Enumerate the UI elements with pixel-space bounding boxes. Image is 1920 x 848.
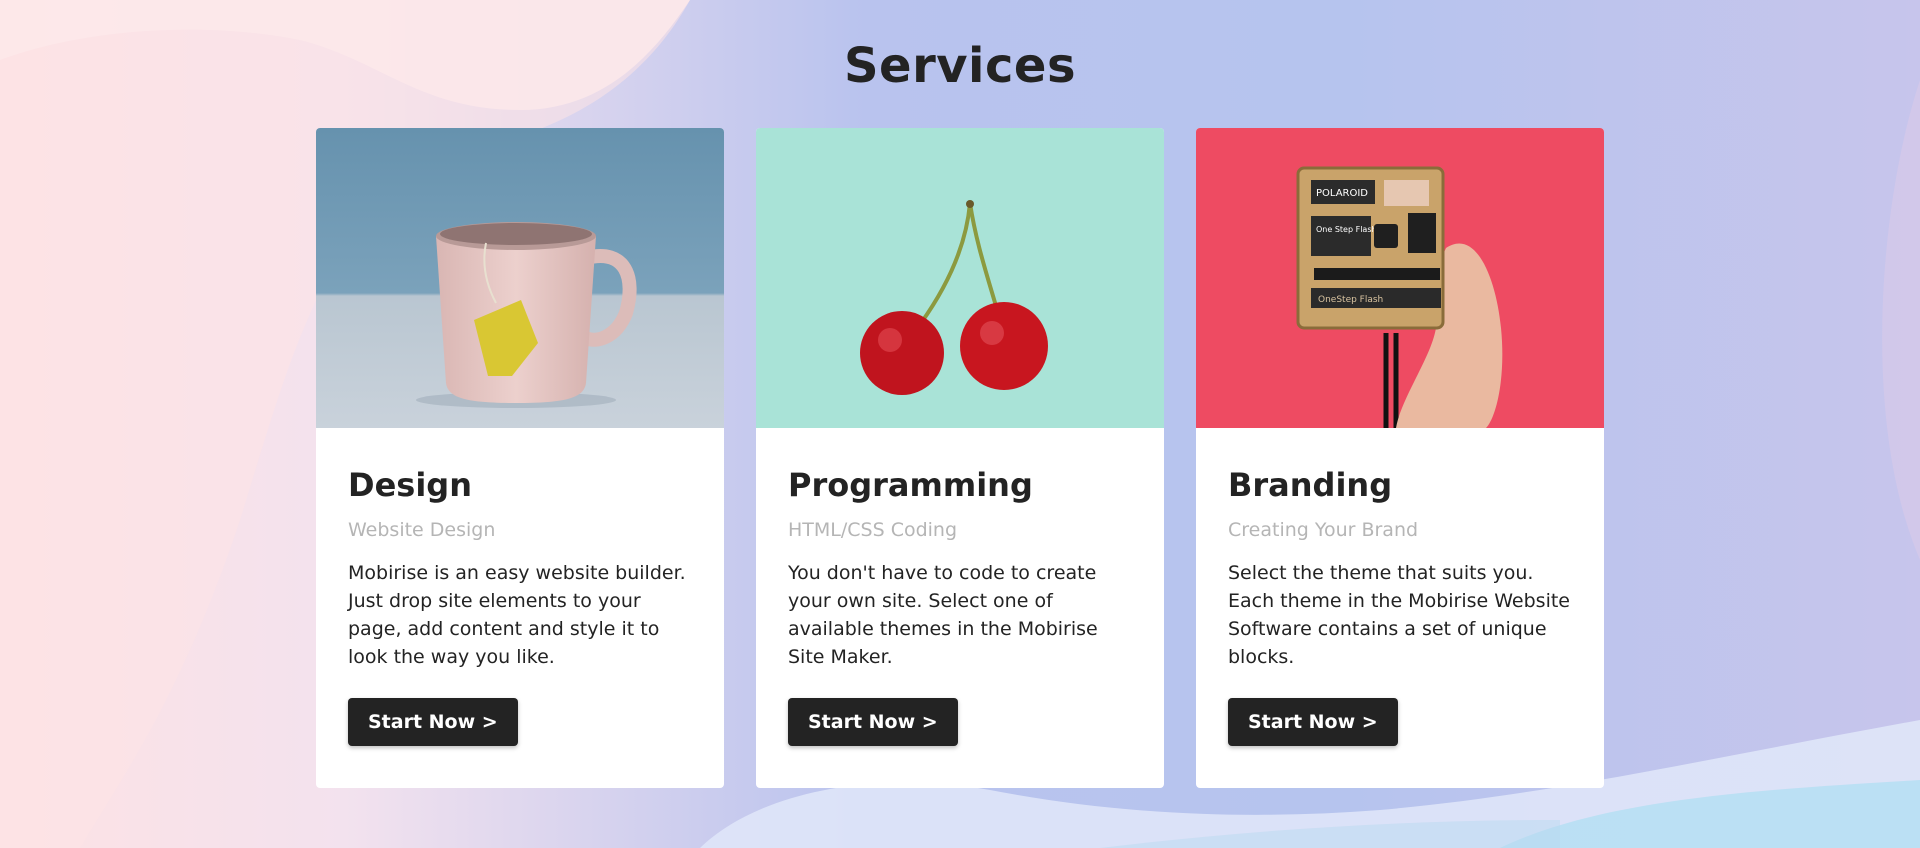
start-now-button[interactable]: Start Now > — [348, 698, 518, 746]
service-card-programming: Programming HTML/CSS Coding You don't ha… — [756, 128, 1164, 788]
camera-image: POLAROID One Step Flash OneStep Flash — [1196, 128, 1604, 428]
card-subtitle: Creating Your Brand — [1228, 519, 1419, 542]
card-title: Design — [348, 466, 472, 504]
section-title: Services — [843, 38, 1077, 94]
cherries-image — [756, 128, 1164, 428]
card-title: Branding — [1228, 466, 1393, 504]
card-text: You don't have to code to create your ow… — [788, 562, 1098, 669]
start-now-button[interactable]: Start Now > — [788, 698, 958, 746]
camera-label-text: One Step Flash — [1316, 225, 1377, 234]
camera-brand-text: POLAROID — [1316, 188, 1368, 199]
card-subtitle: Website Design — [348, 519, 496, 542]
card-subtitle: HTML/CSS Coding — [788, 519, 958, 542]
mug-image — [316, 128, 724, 428]
service-card-branding: POLAROID One Step Flash OneStep Flash Br… — [1196, 128, 1604, 788]
card-text: Mobirise is an easy website builder. Jus… — [348, 562, 686, 669]
service-card-design: Design Website Design Mobirise is an eas… — [316, 128, 724, 788]
card-text: Select the theme that suits you. Each th… — [1228, 562, 1570, 669]
card-body: Design Website Design Mobirise is an eas… — [348, 428, 694, 671]
card-body: Branding Creating Your Brand Select the … — [1228, 428, 1574, 671]
card-title: Programming — [788, 466, 1033, 504]
card-body: Programming HTML/CSS Coding You don't ha… — [788, 428, 1134, 671]
camera-strip-text: OneStep Flash — [1318, 295, 1383, 305]
start-now-button[interactable]: Start Now > — [1228, 698, 1398, 746]
